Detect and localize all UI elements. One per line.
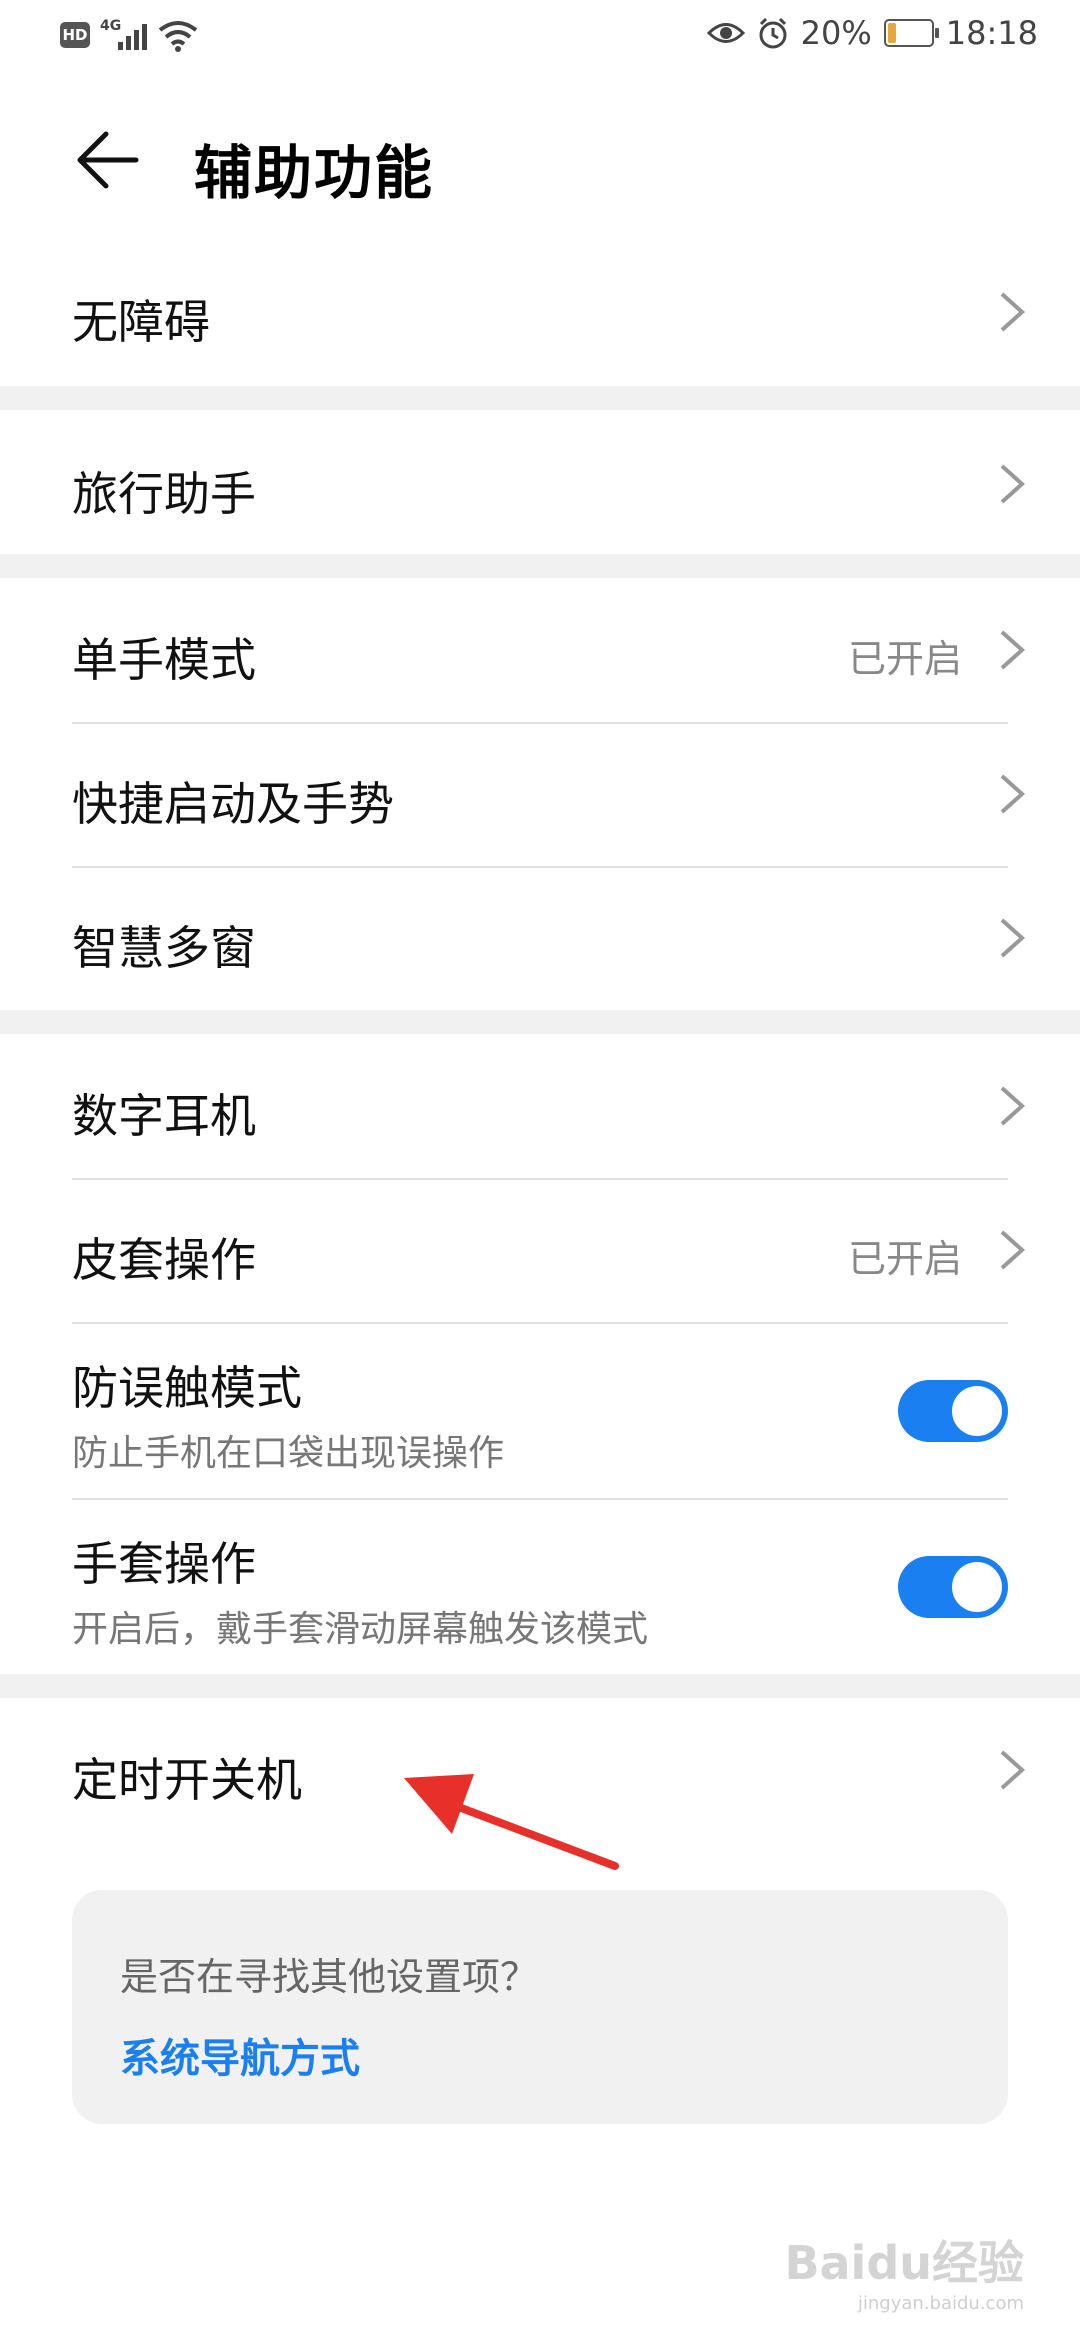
battery-icon bbox=[883, 19, 939, 47]
chevron-right-icon bbox=[1000, 774, 1025, 814]
accidental-touch-toggle[interactable] bbox=[898, 1380, 1008, 1442]
section-gap bbox=[0, 554, 1080, 578]
item-status: 已开启 bbox=[847, 1237, 962, 1281]
page-title: 辅助功能 bbox=[194, 139, 435, 207]
list-item-cover-operation[interactable]: 皮套操作 已开启 bbox=[0, 1180, 1080, 1322]
status-bar: HD 4G 20% 18:18 bbox=[0, 0, 1080, 74]
item-label: 皮套操作 bbox=[72, 1233, 256, 1287]
section-gap bbox=[0, 1010, 1080, 1034]
item-label: 快捷启动及手势 bbox=[72, 777, 394, 831]
chevron-right-icon bbox=[1000, 1230, 1025, 1270]
toggle-knob bbox=[952, 1386, 1002, 1436]
chevron-right-icon bbox=[1000, 630, 1025, 670]
status-right: 20% 18:18 bbox=[706, 14, 1038, 52]
toggle-knob bbox=[952, 1562, 1002, 1612]
status-left: HD 4G bbox=[60, 18, 198, 52]
list-item-smart-multiwindow[interactable]: 智慧多窗 bbox=[0, 868, 1080, 1010]
list-item-travel-assistant[interactable]: 旅行助手 bbox=[0, 410, 1080, 558]
suggestion-card: 是否在寻找其他设置项？ 系统导航方式 bbox=[72, 1890, 1008, 2124]
battery-fill bbox=[887, 23, 896, 43]
system-navigation-link[interactable]: 系统导航方式 bbox=[120, 2026, 360, 2084]
item-label: 旅行助手 bbox=[72, 467, 256, 521]
alarm-icon bbox=[759, 17, 787, 49]
item-status: 已开启 bbox=[847, 637, 962, 681]
item-label: 防误触模式 bbox=[72, 1361, 302, 1415]
list-item-glove-mode: 手套操作 开启后，戴手套滑动屏幕触发该模式 bbox=[0, 1500, 1080, 1674]
list-item-accessibility[interactable]: 无障碍 bbox=[0, 240, 1080, 384]
list-item-digital-earphone[interactable]: 数字耳机 bbox=[0, 1034, 1080, 1178]
watermark-url: jingyan.baidu.com bbox=[857, 2293, 1024, 2314]
chevron-right-icon bbox=[1000, 918, 1025, 958]
item-description: 开启后，戴手套滑动屏幕触发该模式 bbox=[72, 1609, 649, 1650]
chevron-right-icon bbox=[1000, 464, 1025, 504]
list-item-scheduled-power[interactable]: 定时开关机 bbox=[0, 1698, 1080, 1846]
item-description: 防止手机在口袋出现误操作 bbox=[72, 1433, 505, 1474]
chevron-right-icon bbox=[1000, 292, 1025, 332]
app-bar: 辅助功能 bbox=[0, 100, 1080, 220]
item-label: 智慧多窗 bbox=[72, 921, 256, 975]
list-item-one-hand-mode[interactable]: 单手模式 已开启 bbox=[0, 578, 1080, 722]
signal-icon: 4G bbox=[100, 18, 148, 52]
battery-percent: 20% bbox=[800, 14, 872, 52]
section-gap bbox=[0, 386, 1080, 410]
baidu-watermark: Baidu经验 jingyan.baidu.com bbox=[784, 2227, 1024, 2314]
item-label: 无障碍 bbox=[72, 295, 210, 349]
hd-badge: HD bbox=[60, 22, 90, 48]
list-item-quick-launch-gestures[interactable]: 快捷启动及手势 bbox=[0, 724, 1080, 866]
item-label: 数字耳机 bbox=[72, 1089, 256, 1143]
watermark-text: Baidu经验 bbox=[784, 2236, 1024, 2290]
item-label: 单手模式 bbox=[72, 633, 256, 687]
chevron-right-icon bbox=[1000, 1086, 1025, 1126]
eye-icon bbox=[706, 23, 745, 43]
network-type: 4G bbox=[100, 18, 122, 34]
clock: 18:18 bbox=[945, 14, 1038, 52]
arrow-left-icon[interactable] bbox=[72, 124, 144, 196]
item-label: 手套操作 bbox=[72, 1537, 256, 1591]
list-item-accidental-touch: 防误触模式 防止手机在口袋出现误操作 bbox=[0, 1324, 1080, 1498]
section-gap bbox=[0, 1674, 1080, 1698]
chevron-right-icon bbox=[1000, 1750, 1025, 1790]
glove-mode-toggle[interactable] bbox=[898, 1556, 1008, 1618]
item-label: 定时开关机 bbox=[72, 1753, 302, 1807]
wifi-icon bbox=[158, 21, 198, 52]
suggestion-question: 是否在寻找其他设置项？ bbox=[120, 1955, 539, 1999]
